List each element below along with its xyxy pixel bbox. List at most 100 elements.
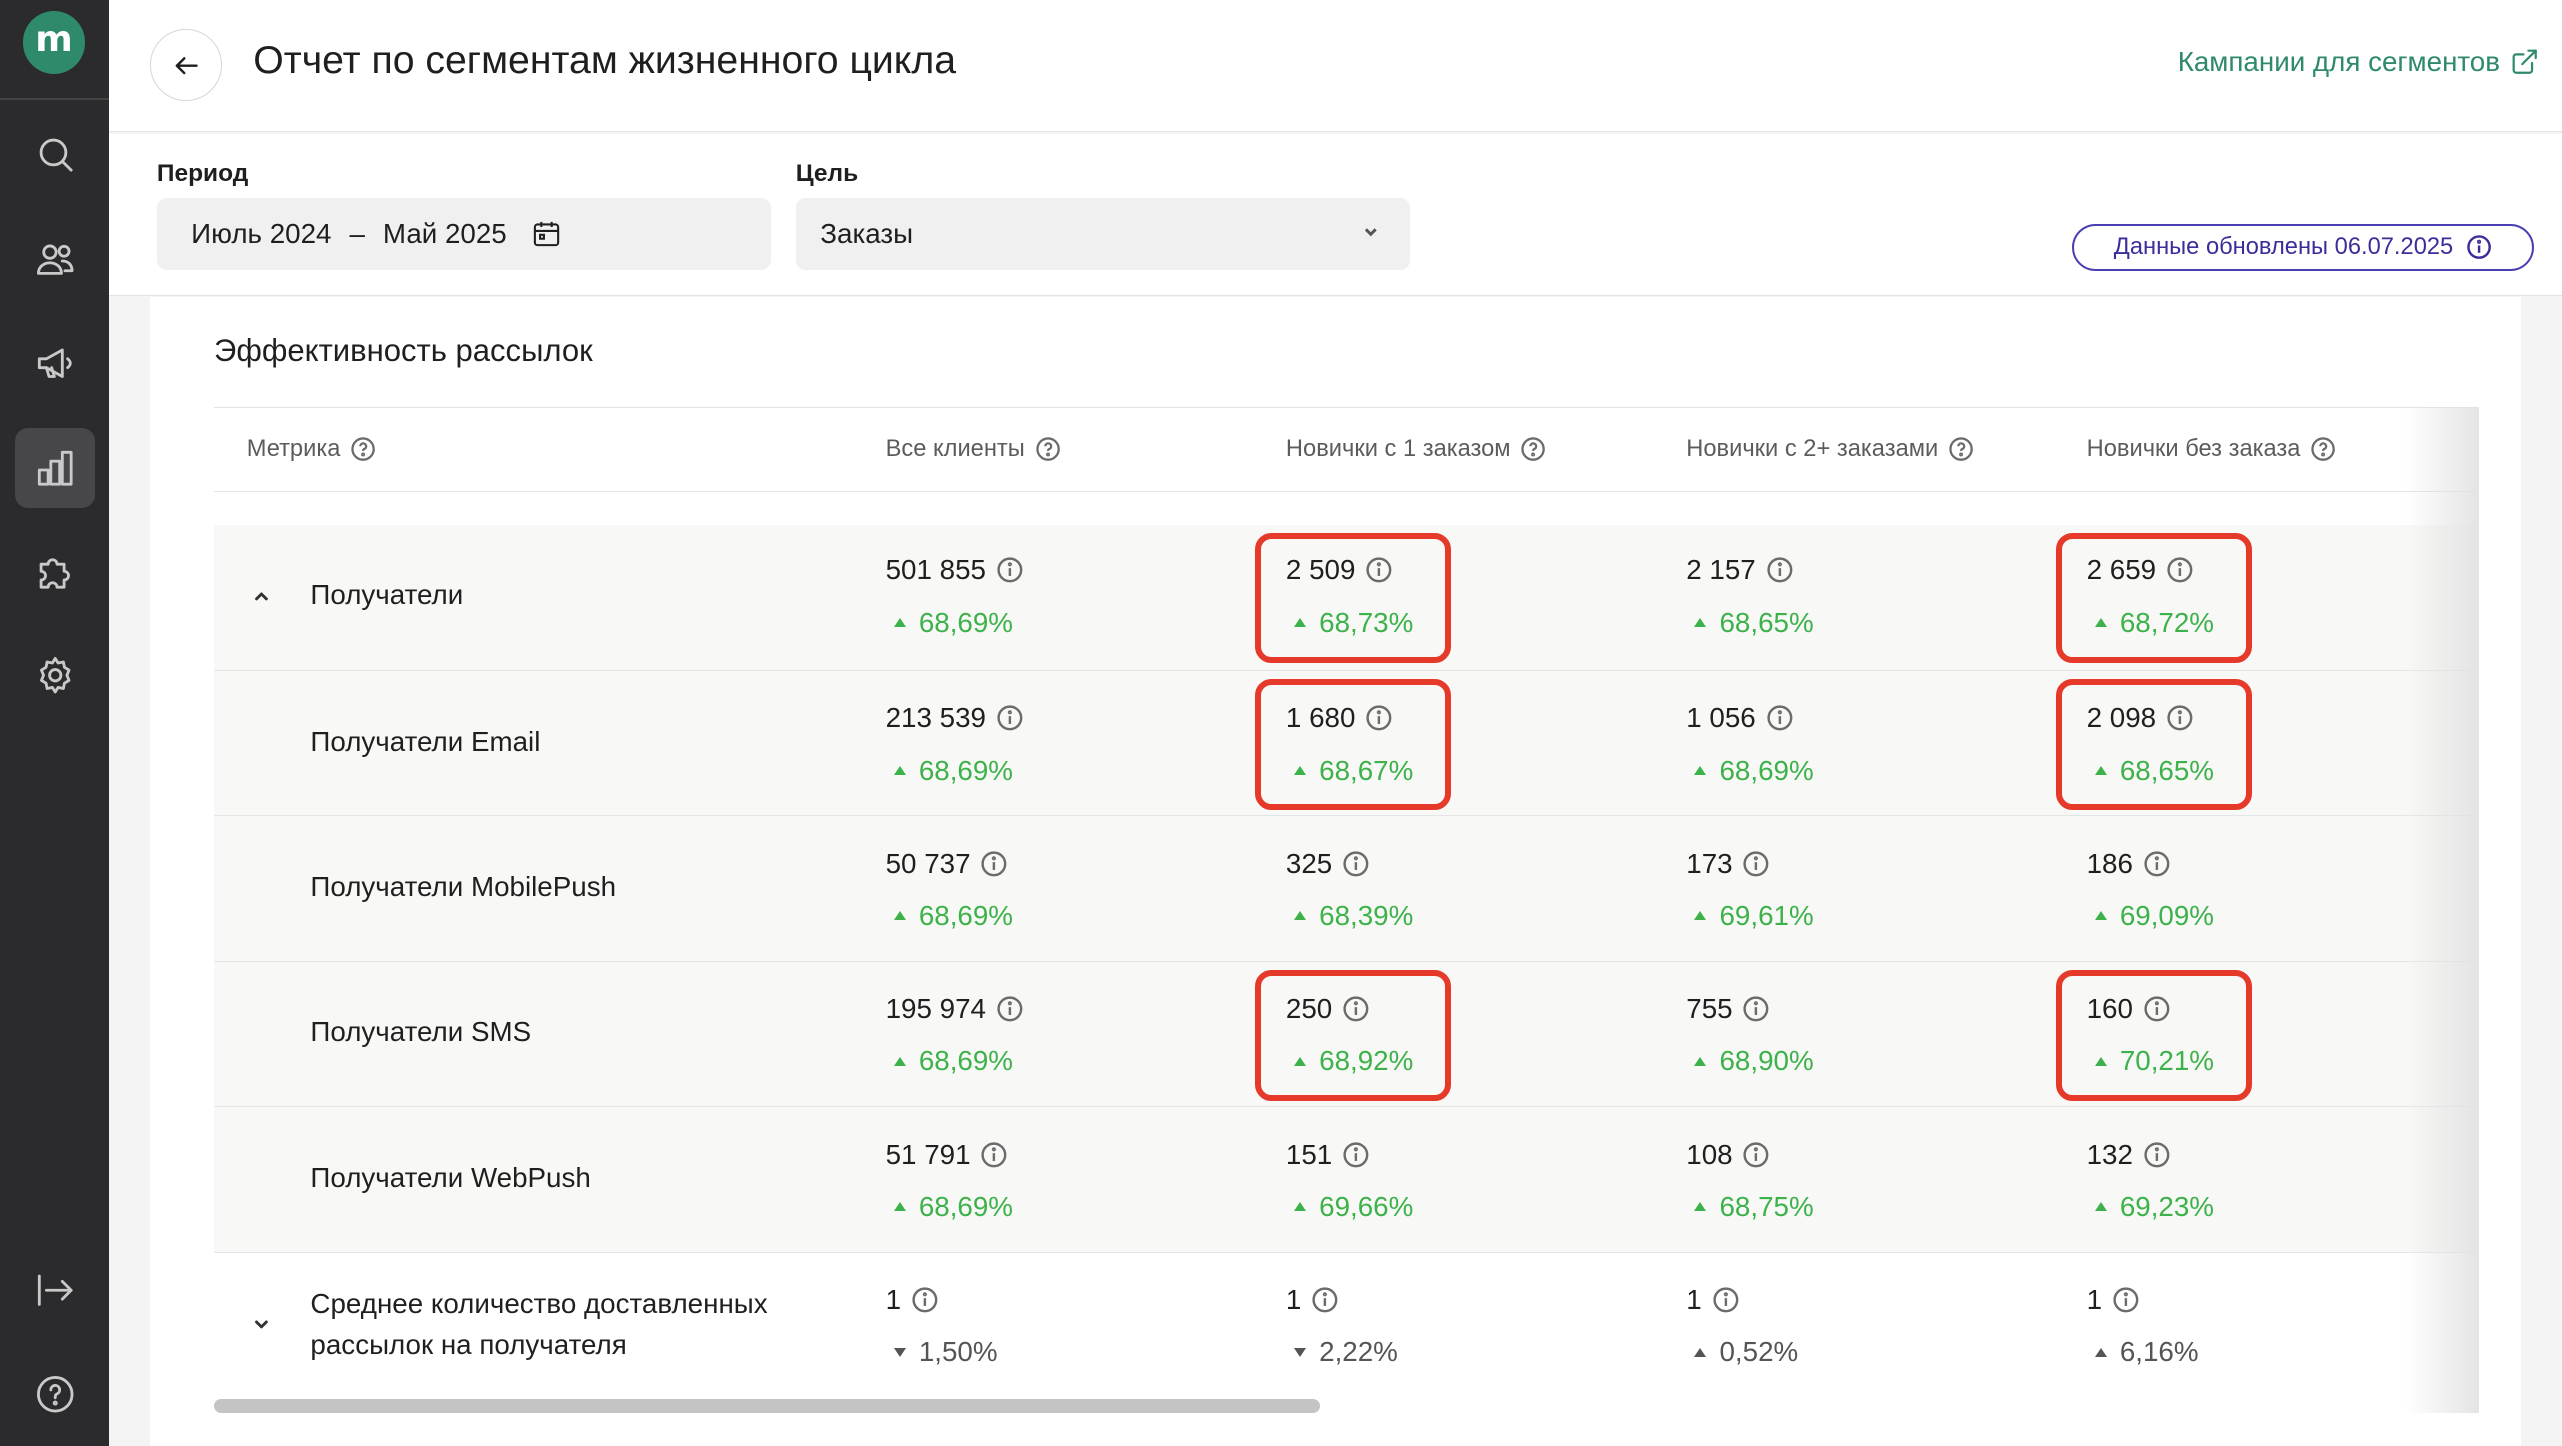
info-icon[interactable] xyxy=(1742,850,1770,878)
metric-value: 1 056 xyxy=(1686,702,1813,735)
table-row: Среднее количество доставленных рассылок … xyxy=(214,1251,2478,1399)
metric-delta: 68,72% xyxy=(2087,606,2214,639)
metric-value-text: 1 xyxy=(2086,1283,2103,1315)
metric-value-text: 173 xyxy=(1686,847,1733,879)
sidebar-item-logout[interactable] xyxy=(15,1250,95,1330)
col-header-metric: Метрика xyxy=(247,436,377,463)
info-icon[interactable] xyxy=(1342,995,1370,1023)
info-icon[interactable] xyxy=(1742,1141,1770,1169)
info-icon[interactable] xyxy=(1742,995,1770,1023)
info-icon[interactable] xyxy=(1311,1286,1339,1314)
table-header: Метрика Все клиенты Новички с 1 заказом … xyxy=(214,406,2478,492)
info-icon[interactable] xyxy=(996,995,1024,1023)
chevron-down-icon[interactable] xyxy=(250,1313,273,1336)
metric-delta: 70,21% xyxy=(2087,1045,2214,1078)
metric-delta-text: 69,09% xyxy=(2119,899,2214,931)
info-icon[interactable] xyxy=(2143,1141,2171,1169)
metric-delta: 68,67% xyxy=(1286,754,1413,787)
trend-up-icon xyxy=(1694,1348,1707,1357)
sidebar-item-help[interactable] xyxy=(15,1355,95,1435)
info-icon[interactable] xyxy=(2112,1286,2140,1314)
info-icon[interactable] xyxy=(1365,556,1393,584)
row-label-line: рассылок на получателя xyxy=(310,1328,627,1360)
trend-down-icon xyxy=(893,1347,906,1357)
metric-value: 325 xyxy=(1286,847,1413,880)
metric-cell: 160 70,21% xyxy=(2087,993,2214,1078)
period-separator: – xyxy=(349,217,365,249)
info-icon[interactable] xyxy=(911,1286,939,1314)
sidebar-item-customers[interactable] xyxy=(15,219,95,299)
sidebar-item-integrations[interactable] xyxy=(15,531,95,611)
table-row: Получатели 501 855 68,69% 2 509 68,73% 2 157 6… xyxy=(214,524,2478,670)
sidebar-item-campaigns[interactable] xyxy=(15,324,95,404)
trend-up-icon xyxy=(893,1202,906,1212)
period-picker[interactable]: Июль 2024 – Май 2025 xyxy=(156,197,772,270)
col-header-label: Новички с 1 заказом xyxy=(1285,435,1511,462)
metric-cell: 2 509 68,73% xyxy=(1286,554,1413,639)
question-icon[interactable] xyxy=(1520,436,1546,462)
chart-icon xyxy=(37,450,73,486)
metric-delta: 69,23% xyxy=(2087,1191,2214,1224)
back-button[interactable] xyxy=(150,29,223,102)
metric-delta-text: 6,16% xyxy=(2119,1336,2199,1368)
page-title: Отчет по сегментам жизненного цикла xyxy=(253,39,957,83)
question-icon[interactable] xyxy=(1035,436,1061,462)
info-icon[interactable] xyxy=(1712,1286,1740,1314)
row-label: Среднее количество доставленных рассылок … xyxy=(310,1284,767,1366)
info-icon[interactable] xyxy=(2143,995,2171,1023)
col-header-label: Новички с 2+ заказами xyxy=(1686,435,1939,462)
metric-delta-text: 69,23% xyxy=(2119,1190,2214,1222)
metric-delta: 68,69% xyxy=(886,606,1024,639)
question-icon[interactable] xyxy=(1948,436,1974,462)
info-icon[interactable] xyxy=(2166,704,2194,732)
col-header-label: Все клиенты xyxy=(885,435,1025,462)
info-icon[interactable] xyxy=(996,704,1024,732)
info-icon[interactable] xyxy=(980,1141,1008,1169)
question-icon[interactable] xyxy=(350,436,376,462)
metric-delta-text: 68,69% xyxy=(918,1045,1013,1077)
metric-cell: 2 659 68,72% xyxy=(2087,554,2214,639)
info-icon[interactable] xyxy=(2143,850,2171,878)
period-label: Период xyxy=(156,160,249,188)
info-icon[interactable] xyxy=(2466,234,2492,260)
sidebar-item-settings[interactable] xyxy=(15,636,95,716)
metric-delta-text: 68,92% xyxy=(1319,1045,1414,1077)
info-icon[interactable] xyxy=(1342,1141,1370,1169)
metric-delta: 69,61% xyxy=(1686,900,1814,933)
metric-cell: 2 157 68,65% xyxy=(1686,554,1813,639)
chevron-up-icon[interactable] xyxy=(250,585,273,608)
metric-value: 50 737 xyxy=(886,847,1013,880)
row-label-line: Среднее количество доставленных xyxy=(310,1287,768,1319)
campaigns-link[interactable]: Кампании для сегментов xyxy=(2178,46,2540,78)
data-updated-text: Данные обновлены 06.07.2025 xyxy=(2113,234,2454,261)
metric-value-text: 50 737 xyxy=(885,847,971,879)
question-icon[interactable] xyxy=(2310,436,2336,462)
sidebar-item-search[interactable] xyxy=(15,114,95,194)
trend-up-icon xyxy=(1294,618,1307,627)
metric-value: 195 974 xyxy=(886,993,1024,1026)
period-from: Июль 2024 xyxy=(191,217,332,249)
logout-icon xyxy=(37,1274,73,1306)
info-icon[interactable] xyxy=(2166,556,2194,584)
sidebar-divider xyxy=(0,98,110,100)
info-icon[interactable] xyxy=(1766,556,1794,584)
metric-cell: 173 69,61% xyxy=(1686,847,1813,932)
metric-value-text: 186 xyxy=(2086,847,2133,879)
metric-delta-text: 68,75% xyxy=(1719,1190,1814,1222)
metric-value-text: 108 xyxy=(1686,1138,1733,1170)
info-icon[interactable] xyxy=(1766,704,1794,732)
info-icon[interactable] xyxy=(1365,704,1393,732)
metric-delta: 68,69% xyxy=(886,900,1013,933)
metric-delta-text: 68,65% xyxy=(2119,754,2214,786)
chevron-down-icon xyxy=(1364,228,1377,237)
info-icon[interactable] xyxy=(1342,850,1370,878)
logo[interactable]: m xyxy=(22,11,85,74)
horizontal-scrollbar[interactable] xyxy=(214,1398,1321,1414)
goal-select[interactable]: Заказы xyxy=(795,197,1411,270)
sidebar-item-analytics[interactable] xyxy=(14,428,95,509)
trend-up-icon xyxy=(2094,1202,2107,1212)
metric-value-text: 1 056 xyxy=(1686,702,1756,734)
metric-delta: 68,73% xyxy=(1286,606,1413,639)
info-icon[interactable] xyxy=(980,850,1008,878)
info-icon[interactable] xyxy=(996,556,1024,584)
